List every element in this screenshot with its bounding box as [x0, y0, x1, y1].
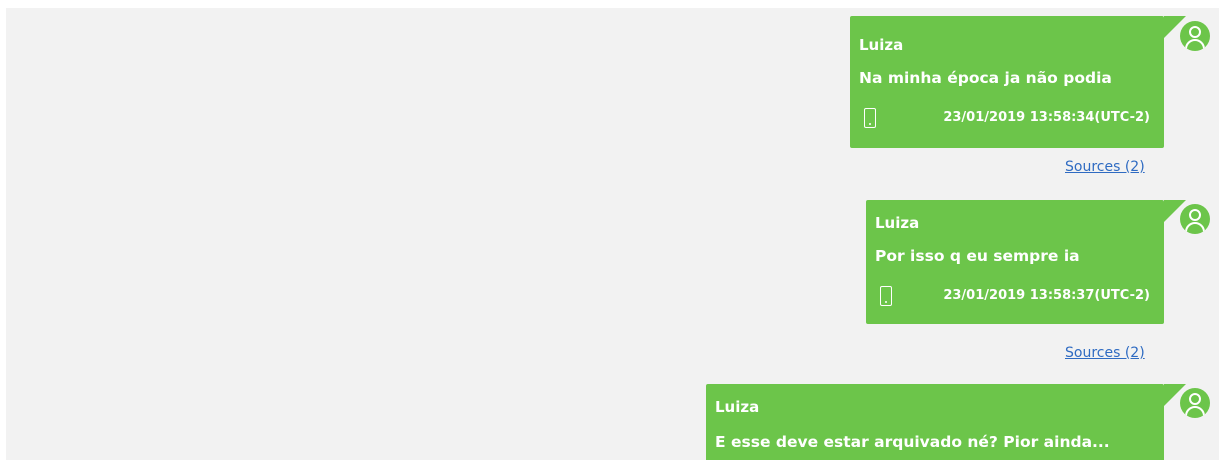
- user-avatar-icon: [1180, 204, 1210, 234]
- user-avatar-icon: [1180, 21, 1210, 51]
- phone-icon: [880, 286, 892, 306]
- message-bubble[interactable]: Luiza Na minha época ja não podia 23/01/…: [850, 16, 1186, 148]
- message-bubble[interactable]: Luiza Por isso q eu sempre ia 23/01/2019…: [866, 200, 1186, 324]
- message-sender: Luiza: [859, 36, 904, 54]
- message-bubble[interactable]: Luiza E esse deve estar arquivado né? Pi…: [706, 384, 1186, 460]
- message-text: Na minha época ja não podia: [859, 69, 1112, 87]
- message-text: Por isso q eu sempre ia: [875, 247, 1080, 265]
- message-timestamp: 23/01/2019 13:58:34(UTC-2): [943, 110, 1150, 125]
- chat-message-list: Luiza Na minha época ja não podia 23/01/…: [6, 8, 1219, 460]
- sources-link[interactable]: Sources (2): [1065, 158, 1145, 176]
- message-sender: Luiza: [875, 214, 920, 232]
- message-sender: Luiza: [715, 398, 760, 416]
- phone-icon: [864, 108, 876, 128]
- message-text: E esse deve estar arquivado né? Pior ain…: [715, 433, 1110, 451]
- message-footer: 23/01/2019 13:58:34(UTC-2): [864, 108, 1150, 130]
- sources-link[interactable]: Sources (2): [1065, 344, 1145, 362]
- message-footer: 23/01/2019 13:58:37(UTC-2): [880, 286, 1150, 308]
- message-timestamp: 23/01/2019 13:58:37(UTC-2): [943, 288, 1150, 303]
- user-avatar-icon: [1180, 388, 1210, 418]
